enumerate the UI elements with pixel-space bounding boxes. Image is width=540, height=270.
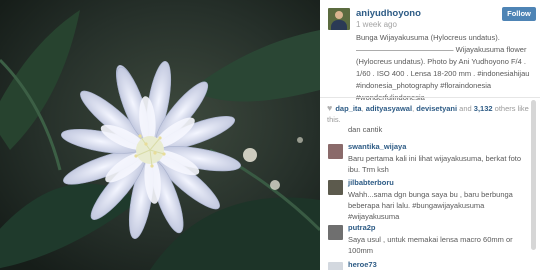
comment-text: Saya usul , untuk memakai lensa macro 60…	[348, 235, 513, 255]
like-user-2[interactable]: adityasyawal	[366, 104, 412, 113]
post-photo[interactable]	[0, 0, 320, 270]
commenter-username[interactable]: putra2p	[348, 223, 376, 232]
commenter-username[interactable]: swantika_wijaya	[348, 142, 406, 151]
post-header: aniyudhoyono 1 week ago Follow Bunga Wij…	[320, 0, 540, 102]
avatar-head	[335, 11, 343, 19]
avatar-body	[331, 20, 347, 30]
commenter-avatar[interactable]	[328, 180, 343, 195]
comment-text: Baru pertama kali ini lihat wijayakusuma…	[348, 154, 521, 174]
post-username[interactable]: aniyudhoyono	[356, 8, 421, 19]
commenter-avatar[interactable]	[328, 262, 343, 270]
likes-and: and	[457, 104, 474, 113]
heart-icon[interactable]: ♥	[327, 103, 332, 113]
likes-count[interactable]: 3,132	[474, 104, 493, 113]
comment-fragment: dan cantik	[348, 125, 383, 134]
commenter-username[interactable]: jilbabterboru	[348, 178, 394, 187]
like-user-1[interactable]: dap_ita	[335, 104, 361, 113]
scrollbar[interactable]	[531, 100, 536, 250]
post-detail-panel: aniyudhoyono 1 week ago Follow Bunga Wij…	[320, 0, 540, 270]
like-user-3[interactable]: devisetyani	[416, 104, 457, 113]
commenter-avatar[interactable]	[328, 144, 343, 159]
avatar[interactable]	[328, 8, 350, 30]
commenter-username[interactable]: heroe73	[348, 260, 377, 269]
divider	[320, 97, 540, 98]
commenter-avatar[interactable]	[328, 225, 343, 240]
post-time: 1 week ago	[356, 20, 397, 29]
post-caption: Bunga Wijayakusuma (Hylocreus undatus). …	[356, 33, 530, 102]
flower-image	[0, 0, 320, 270]
comment-text: Wahh...sama dgn bunga saya bu , baru ber…	[348, 190, 513, 221]
likes-line: ♥ dap_ita, adityasyawal, devisetyani and …	[327, 103, 537, 125]
follow-button[interactable]: Follow	[502, 7, 536, 21]
